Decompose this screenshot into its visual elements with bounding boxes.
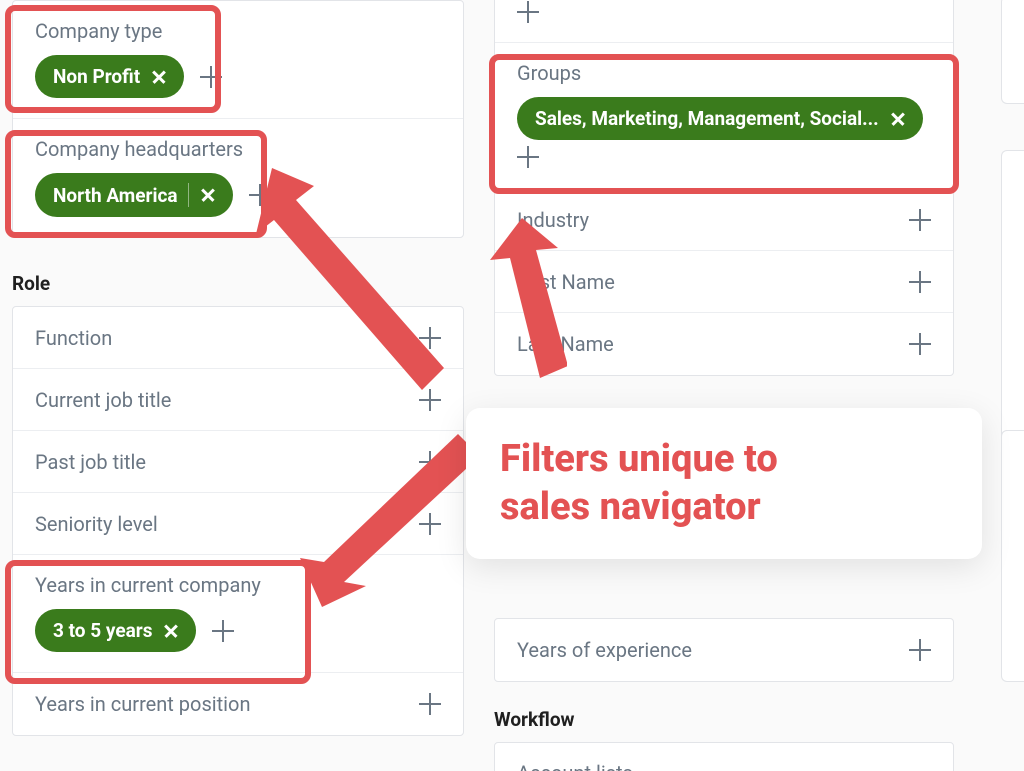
arrow-to-years: [300, 432, 480, 607]
filter-company-type-label: Company type: [13, 1, 463, 55]
right-edge-card-1: [1001, 0, 1024, 104]
add-groups-icon[interactable]: [517, 146, 539, 168]
chip-company-type[interactable]: Non Profit: [35, 55, 184, 98]
add-years-exp-icon[interactable]: [909, 639, 931, 661]
stage: Company type Non Profit Company headquar…: [0, 0, 1024, 771]
chip-groups[interactable]: Sales, Marketing, Management, Social...: [517, 97, 923, 140]
chip-years-in-company[interactable]: 3 to 5 years: [35, 609, 196, 652]
filter-current-job-title-label: Current job title: [35, 388, 171, 412]
add-years-in-company-icon[interactable]: [212, 620, 234, 642]
filter-company-hq-label: Company headquarters: [13, 119, 463, 173]
add-first-name-icon[interactable]: [909, 271, 931, 293]
filter-years-of-experience[interactable]: Years of experience: [495, 619, 953, 681]
filter-groups[interactable]: Groups Sales, Marketing, Management, Soc…: [495, 43, 953, 189]
chip-company-type-text: Non Profit: [53, 65, 140, 88]
add-industry-icon[interactable]: [909, 209, 931, 231]
panel-right-mid: Years of experience: [494, 618, 954, 682]
add-last-name-icon[interactable]: [909, 333, 931, 355]
filter-account-lists-label: Account lists: [517, 761, 633, 771]
filter-years-in-position-label: Years in current position: [35, 692, 251, 716]
filter-groups-label: Groups: [495, 43, 953, 97]
chip-separator: [188, 183, 189, 207]
chip-company-hq-text: North America: [53, 184, 178, 207]
filter-account-lists[interactable]: Account lists: [495, 743, 953, 771]
chip-years-in-company-remove-icon[interactable]: [162, 622, 180, 640]
section-header-role: Role: [12, 272, 50, 295]
chip-groups-remove-icon[interactable]: [889, 110, 907, 128]
chip-company-type-remove-icon[interactable]: [150, 68, 168, 86]
add-prev-icon[interactable]: [517, 1, 539, 23]
chip-years-in-company-text: 3 to 5 years: [53, 619, 152, 642]
chip-company-hq-remove-icon[interactable]: [199, 186, 217, 204]
filter-years-in-position[interactable]: Years in current position: [13, 673, 463, 735]
add-years-in-position-icon[interactable]: [419, 693, 441, 715]
filter-company-type[interactable]: Company type Non Profit: [13, 1, 463, 118]
filter-seniority-label: Seniority level: [35, 512, 158, 536]
filter-prev-partial[interactable]: [495, 0, 953, 43]
section-header-workflow: Workflow: [494, 708, 575, 731]
panel-workflow: Account lists: [494, 742, 954, 771]
right-edge-card-3: [1001, 430, 1024, 682]
chip-company-hq[interactable]: North America: [35, 173, 233, 217]
add-company-type-icon[interactable]: [200, 66, 222, 88]
annotation-line-2: sales navigator: [500, 484, 964, 532]
annotation-line-1: Filters unique to: [500, 436, 964, 484]
filter-years-of-experience-label: Years of experience: [517, 638, 692, 662]
arrow-to-industry: [472, 218, 567, 388]
chip-groups-text: Sales, Marketing, Management, Social...: [535, 107, 879, 130]
filter-past-job-title-label: Past job title: [35, 450, 146, 474]
filter-function-label: Function: [35, 326, 112, 350]
annotation-callout: Filters unique to sales navigator: [466, 408, 982, 559]
right-edge-card-2: [1001, 150, 1024, 442]
arrow-to-hq: [252, 168, 452, 393]
